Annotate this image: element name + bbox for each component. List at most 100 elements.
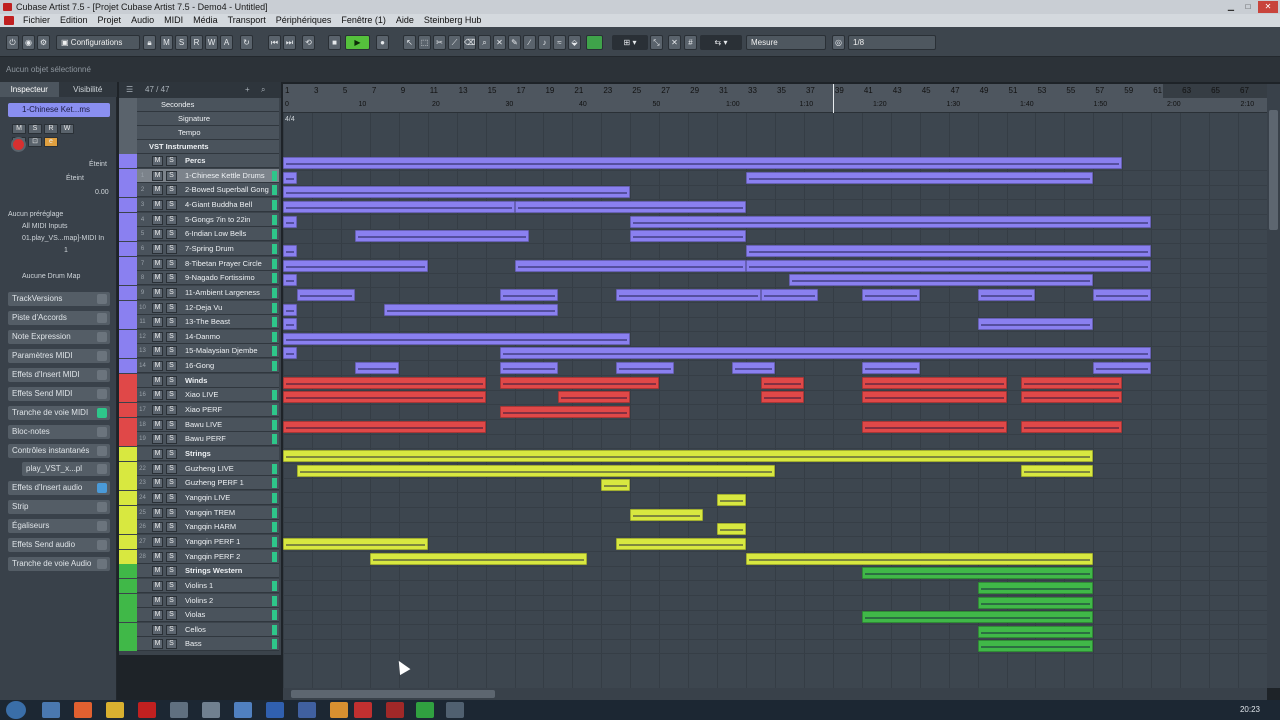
midi-part[interactable]: [297, 288, 356, 301]
cycle-icon[interactable]: ⟲: [302, 35, 315, 50]
section-toggle-icon[interactable]: [97, 521, 107, 531]
midi-part[interactable]: [601, 479, 631, 492]
midi-part[interactable]: [283, 186, 631, 199]
global-m-button[interactable]: M: [160, 35, 173, 50]
track-mute-button[interactable]: M: [152, 258, 163, 269]
project-window[interactable]: 4/4: [283, 113, 1267, 688]
global-a-button[interactable]: A: [220, 35, 233, 50]
time-warp-tool-icon[interactable]: ≈: [553, 35, 566, 50]
settings-icon[interactable]: ⚙: [37, 35, 50, 50]
midi-part[interactable]: [1021, 391, 1123, 404]
monitor-indicator-icon[interactable]: [272, 478, 277, 489]
search-icon[interactable]: ⌕: [261, 82, 265, 98]
preset-field[interactable]: Aucun préréglage: [8, 211, 63, 218]
monitor-indicator-icon[interactable]: [272, 317, 277, 328]
track-solo-button[interactable]: S: [166, 229, 177, 240]
midi-part[interactable]: [283, 347, 298, 360]
section-toggle-icon[interactable]: [97, 559, 107, 569]
global-r-button[interactable]: R: [190, 35, 203, 50]
firefox-icon[interactable]: [74, 702, 92, 718]
midi-part[interactable]: [861, 420, 1007, 433]
monitor-indicator-icon[interactable]: [272, 624, 277, 635]
section-toggle-icon[interactable]: [97, 313, 107, 323]
track-solo-button[interactable]: S: [166, 449, 177, 459]
track-mute-button[interactable]: M: [152, 361, 163, 372]
monitor-indicator-icon[interactable]: [272, 522, 277, 533]
track-mute-button[interactable]: M: [152, 346, 163, 357]
track-mute-button[interactable]: M: [152, 390, 163, 401]
menu-item-3[interactable]: Audio: [126, 14, 159, 27]
track-solo-button[interactable]: S: [166, 463, 177, 474]
section-toggle-icon[interactable]: [97, 502, 107, 512]
midi-part[interactable]: [514, 259, 747, 272]
go-to-end-icon[interactable]: ⏭: [283, 35, 296, 50]
track-solo-button[interactable]: S: [166, 170, 177, 181]
folder-part[interactable]: [283, 450, 1094, 462]
midi-part[interactable]: [630, 508, 703, 521]
midi-part[interactable]: [760, 391, 804, 404]
part-color-icon[interactable]: [586, 35, 603, 50]
track-row[interactable]: 19 M S Bawu PERF: [119, 432, 279, 447]
inspector-section-10[interactable]: Effets d'Insert audio: [8, 481, 110, 495]
track-mute-button[interactable]: M: [152, 199, 163, 210]
folder-part[interactable]: [283, 376, 486, 389]
track-mute-button[interactable]: M: [152, 317, 163, 328]
folder-part[interactable]: [1021, 376, 1123, 389]
track-mute-button[interactable]: M: [152, 507, 163, 518]
track-mute-button[interactable]: M: [152, 287, 163, 298]
app-icon[interactable]: [298, 702, 316, 718]
section-toggle-icon[interactable]: [97, 370, 107, 380]
volume-value[interactable]: 0.00: [95, 189, 109, 196]
section-toggle-icon[interactable]: [97, 332, 107, 342]
track-row[interactable]: 11 M S 13-The Beast: [119, 315, 279, 330]
horizontal-scroll-thumb[interactable]: [291, 690, 495, 698]
menu-item-6[interactable]: Transport: [223, 14, 271, 27]
track-row[interactable]: 8 M S 9-Nagado Fortissimo: [119, 271, 279, 286]
track-solo-button[interactable]: S: [166, 405, 177, 416]
inspector-section-11[interactable]: Strip: [8, 500, 110, 514]
app-menu-icon[interactable]: [4, 16, 14, 25]
close-icon[interactable]: ✕: [1258, 1, 1278, 13]
snap-icon[interactable]: ⤡: [650, 35, 663, 50]
midi-part[interactable]: [1093, 362, 1152, 375]
track-solo-button[interactable]: S: [166, 610, 177, 621]
section-toggle-icon[interactable]: [97, 446, 107, 456]
midi-part[interactable]: [557, 391, 631, 404]
track-list-icon[interactable]: ☰: [126, 82, 133, 98]
track-mute-button[interactable]: M: [152, 639, 163, 650]
menu-item-10[interactable]: Steinberg Hub: [419, 14, 487, 27]
track-mute-button[interactable]: M: [152, 170, 163, 181]
track-mute-button[interactable]: M: [152, 302, 163, 313]
nudge-palette-icon[interactable]: ⊞ ▾: [612, 35, 648, 50]
section-toggle-icon[interactable]: [97, 389, 107, 399]
track-solo-button[interactable]: S: [166, 214, 177, 225]
track-row[interactable]: 22 M S Guzheng LIVE: [119, 461, 279, 476]
midi-part[interactable]: [1093, 288, 1152, 301]
quantize-select[interactable]: 1/8: [848, 35, 936, 50]
write-button[interactable]: W: [60, 124, 74, 134]
track-solo-button[interactable]: S: [166, 580, 177, 591]
monitor-indicator-icon[interactable]: [272, 390, 277, 401]
midi-input-field[interactable]: All MIDI Inputs: [22, 223, 68, 230]
ruler-playhead[interactable]: [832, 84, 834, 113]
track-solo-button[interactable]: S: [166, 346, 177, 357]
windows-start-icon[interactable]: [6, 701, 26, 719]
menu-item-9[interactable]: Aide: [391, 14, 419, 27]
monitor-indicator-icon[interactable]: [272, 595, 277, 606]
midi-part[interactable]: [369, 552, 587, 565]
track-solo-button[interactable]: S: [166, 390, 177, 401]
track-mute-button[interactable]: M: [152, 214, 163, 225]
midi-part[interactable]: [615, 362, 674, 375]
cubase-icon[interactable]: [386, 702, 404, 718]
calculator-icon[interactable]: [202, 702, 220, 718]
midi-part[interactable]: [746, 244, 1152, 257]
inspector-section-5[interactable]: Effets Send MIDI: [8, 387, 110, 401]
track-mute-button[interactable]: M: [152, 463, 163, 474]
inspector-section-4[interactable]: Effets d'Insert MIDI: [8, 368, 110, 382]
midi-part[interactable]: [977, 625, 1094, 638]
midi-part[interactable]: [977, 318, 1094, 331]
monitor-indicator-icon[interactable]: [272, 185, 277, 196]
monitor-indicator-icon[interactable]: [272, 243, 277, 254]
record-button[interactable]: ●: [376, 35, 389, 50]
monitor-indicator-icon[interactable]: [272, 302, 277, 313]
